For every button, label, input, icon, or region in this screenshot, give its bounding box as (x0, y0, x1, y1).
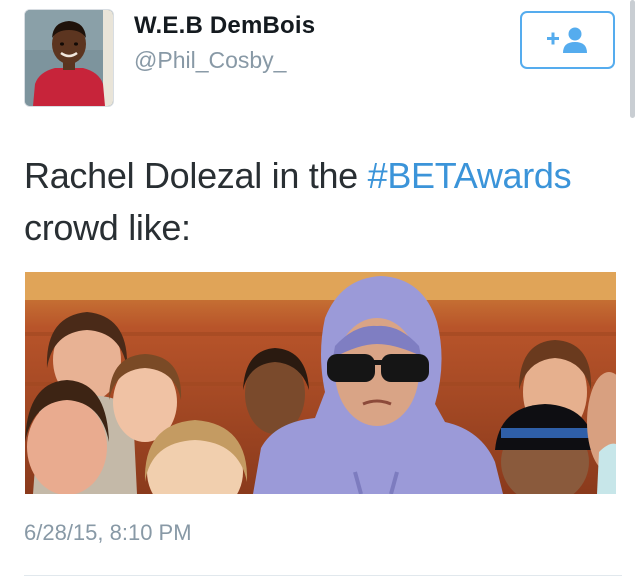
tweet-media[interactable] (25, 272, 616, 494)
avatar[interactable] (24, 9, 114, 107)
tweet-text-part: Rachel Dolezal in the (24, 155, 368, 196)
follow-button[interactable] (520, 11, 615, 69)
divider (24, 575, 622, 576)
avatar-photo (25, 10, 113, 106)
user-handle[interactable]: @Phil_Cosby_ (134, 47, 286, 74)
add-user-icon (546, 27, 587, 53)
tweet-timestamp[interactable]: 6/28/15, 8:10 PM (24, 520, 192, 546)
tweet-text: Rachel Dolezal in the #BETAwards crowd l… (24, 150, 624, 254)
media-image (25, 272, 616, 494)
display-name[interactable]: W.E.B DemBois (134, 12, 315, 40)
scrollbar[interactable] (630, 0, 635, 118)
tweet-text-part: crowd like: (24, 207, 191, 248)
hashtag-link[interactable]: #BETAwards (368, 155, 572, 196)
